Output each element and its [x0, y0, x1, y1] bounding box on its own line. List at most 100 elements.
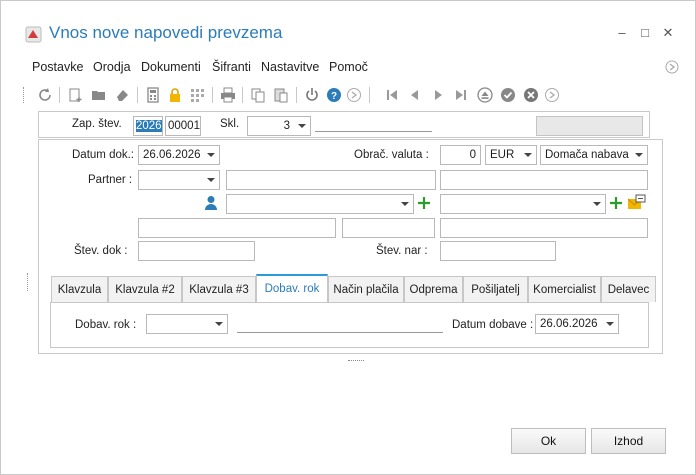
toolbar-separator: [137, 87, 138, 103]
chevron-down-icon: [524, 153, 532, 157]
tab-klavzula-2[interactable]: Klavzula #2: [108, 276, 182, 302]
toolbar-separator: [212, 87, 213, 103]
open-folder-icon[interactable]: [89, 85, 109, 105]
paste-icon[interactable]: [271, 85, 291, 105]
nabava-select[interactable]: Domača nabava: [540, 145, 648, 165]
mail-icon[interactable]: [627, 194, 646, 214]
toolbar-separator: [369, 87, 370, 103]
datum-dok-field[interactable]: 26.06.2026: [138, 145, 220, 165]
contact-select[interactable]: [226, 194, 414, 214]
calculator-icon[interactable]: [143, 85, 163, 105]
minimize-button[interactable]: –: [613, 23, 631, 43]
currency-value: EUR: [490, 149, 515, 161]
chevron-down-icon: [401, 202, 409, 206]
add-address-icon[interactable]: [609, 195, 623, 214]
window-title: Vnos nove napovedi prevzema: [49, 23, 283, 42]
power-icon[interactable]: [302, 85, 322, 105]
menu-nastavitve[interactable]: Nastavitve: [261, 60, 319, 74]
tab-klavzula-3[interactable]: Klavzula #3: [182, 276, 256, 302]
splitter-grip[interactable]: [27, 273, 29, 291]
chevron-down-icon: [215, 322, 223, 326]
forward-circle-icon[interactable]: [344, 85, 364, 105]
address-line-1-field[interactable]: [138, 218, 336, 238]
refresh-icon[interactable]: [35, 85, 55, 105]
dobav-rok-label: Dobav. rok :: [75, 319, 137, 331]
address-line-2-field[interactable]: [342, 218, 435, 238]
lock-icon[interactable]: [165, 85, 185, 105]
obrac-valuta-label: Obrač. valuta :: [354, 149, 429, 161]
chevron-down-icon: [635, 153, 643, 157]
stev-dok-label: Štev. dok :: [74, 245, 128, 257]
zap-number-field[interactable]: 00001: [165, 116, 201, 136]
status-field: [536, 116, 643, 136]
maximize-button[interactable]: □: [636, 23, 654, 43]
tab-odprema[interactable]: Odprema: [404, 276, 463, 302]
ok-button[interactable]: Ok: [511, 428, 586, 454]
skl-value: 3: [283, 120, 290, 132]
tab-komercialist[interactable]: Komercialist: [528, 276, 601, 302]
menu-sifranti[interactable]: Šifranti: [212, 60, 251, 74]
menu-pomoc[interactable]: Pomoč: [329, 60, 368, 74]
help-icon[interactable]: ?: [324, 85, 344, 105]
eraser-icon[interactable]: [112, 85, 132, 105]
menu-orodja[interactable]: Orodja: [93, 60, 131, 74]
ribbon-collapse-icon[interactable]: [665, 60, 679, 77]
new-document-icon[interactable]: [65, 85, 85, 105]
izhod-button[interactable]: Izhod: [591, 428, 666, 454]
skl-description-line: [315, 131, 432, 132]
zap-year-field[interactable]: 2026: [133, 116, 163, 136]
app-logo-icon: [25, 26, 42, 43]
toolbar-grip: [23, 87, 25, 103]
confirm-icon[interactable]: [498, 85, 518, 105]
datum-dobave-value: 26.06.2026: [540, 318, 598, 330]
forward-circle-icon[interactable]: [542, 85, 562, 105]
partner-code-select[interactable]: [138, 170, 220, 190]
resize-grip[interactable]: [348, 360, 364, 362]
person-icon[interactable]: [204, 195, 218, 214]
partner-label: Partner :: [88, 174, 133, 186]
stev-dok-field[interactable]: [138, 241, 255, 261]
add-contact-icon[interactable]: [417, 195, 431, 214]
last-record-icon[interactable]: [451, 85, 471, 105]
partner-name-field[interactable]: [226, 170, 436, 190]
skl-label: Skl.: [220, 118, 240, 130]
zap-year-value: 2026: [136, 120, 162, 132]
first-record-icon[interactable]: [382, 85, 402, 105]
stev-nar-label: Štev. nar :: [376, 245, 428, 257]
copy-icon[interactable]: [248, 85, 268, 105]
toolbar-separator: [296, 87, 297, 103]
toolbar-separator: [59, 87, 60, 103]
menu-dokumenti[interactable]: Dokumenti: [141, 60, 201, 74]
tab-posiljatelj[interactable]: Pošiljatelj: [463, 276, 528, 302]
print-icon[interactable]: [218, 85, 238, 105]
tab-nacin-placila[interactable]: Način plačila: [328, 276, 404, 302]
next-record-icon[interactable]: [428, 85, 448, 105]
close-button[interactable]: ✕: [659, 23, 677, 43]
chevron-down-icon: [207, 153, 215, 157]
address-select[interactable]: [440, 194, 606, 214]
tab-delavec[interactable]: Delavec: [601, 276, 656, 302]
tab-klavzula[interactable]: Klavzula: [51, 276, 108, 302]
partner-extra-field[interactable]: [440, 170, 648, 190]
obrac-valuta-field[interactable]: 0: [440, 145, 481, 165]
dialog-window: Vnos nove napovedi prevzema – □ ✕ Postav…: [0, 0, 696, 475]
cancel-icon[interactable]: [521, 85, 541, 105]
toolbar-separator: [242, 87, 243, 103]
eject-icon[interactable]: [475, 85, 495, 105]
svg-text:?: ?: [331, 91, 337, 102]
menu-postavke[interactable]: Postavke: [32, 60, 83, 74]
datum-dobave-label: Datum dobave :: [452, 319, 534, 331]
grid-icon[interactable]: [187, 85, 207, 105]
currency-select[interactable]: EUR: [485, 145, 537, 165]
skl-select[interactable]: 3: [247, 116, 311, 136]
tab-dobav-rok[interactable]: Dobav. rok: [256, 274, 328, 303]
datum-dobave-field[interactable]: 26.06.2026: [535, 314, 619, 334]
datum-dok-value: 26.06.2026: [143, 149, 201, 161]
chevron-down-icon: [593, 202, 601, 206]
dobav-rok-description-line: [237, 332, 443, 333]
dobav-rok-select[interactable]: [146, 314, 228, 334]
chevron-down-icon: [606, 322, 614, 326]
previous-record-icon[interactable]: [405, 85, 425, 105]
address-line-3-field[interactable]: [440, 218, 648, 238]
stev-nar-field[interactable]: [440, 241, 556, 261]
